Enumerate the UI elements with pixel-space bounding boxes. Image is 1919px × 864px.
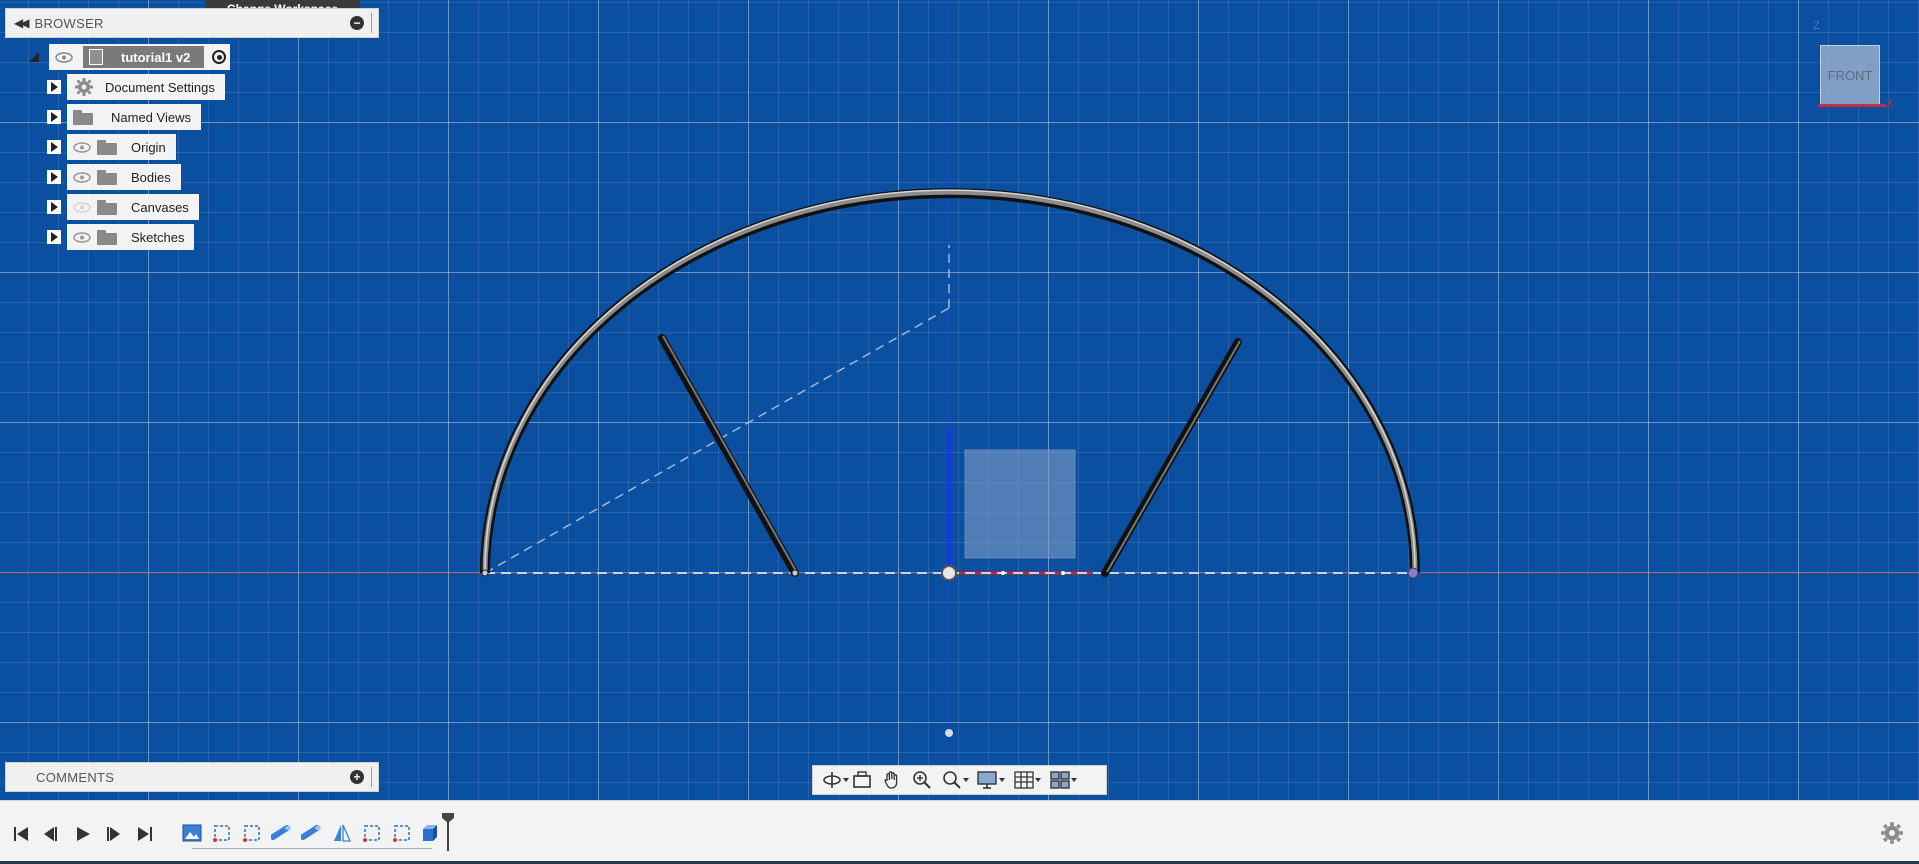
expand-triangle-icon[interactable]: [47, 230, 61, 244]
sketch-icon[interactable]: [360, 821, 384, 845]
left-strut[interactable]: [658, 334, 799, 577]
left-strut-shine: [662, 335, 797, 572]
sketch-icon[interactable]: [390, 821, 414, 845]
origin-point[interactable]: [941, 565, 957, 581]
browser-item-bodies[interactable]: Bodies: [47, 164, 181, 190]
comments-panel-header[interactable]: COMMENTS +: [5, 762, 379, 792]
sketch-plane[interactable]: [964, 449, 1076, 559]
minus-icon[interactable]: −: [350, 16, 364, 30]
viewcube-face-label: FRONT: [1827, 67, 1873, 83]
right-strut[interactable]: [1101, 338, 1242, 577]
skip-to-end-icon[interactable]: [134, 823, 156, 845]
browser-root-row[interactable]: tutorial1 v2: [27, 44, 231, 70]
expand-triangle-icon[interactable]: [47, 170, 61, 184]
collapse-panel-icon[interactable]: ◀◀: [14, 16, 30, 30]
timeline-bar: [0, 800, 1919, 863]
browser-item-sketches[interactable]: Sketches: [47, 224, 195, 250]
sketch-point[interactable]: [1001, 571, 1005, 575]
zoom-icon[interactable]: [909, 769, 935, 791]
comments-title: COMMENTS: [36, 769, 115, 785]
eye-icon[interactable]: [71, 230, 93, 244]
gear-icon: [73, 76, 95, 98]
look-at-icon[interactable]: [849, 769, 875, 791]
fit-icon[interactable]: [939, 769, 969, 791]
browser-node[interactable]: Named Views: [67, 104, 201, 130]
browser-item-label: Origin: [131, 139, 166, 155]
viewcube-axis-x-label: X: [1886, 98, 1894, 110]
right-strut-shine: [1106, 340, 1241, 573]
viewcube-axis-z-label: Z: [1813, 20, 1820, 32]
sketch-scene[interactable]: [0, 0, 1919, 800]
skip-to-start-icon[interactable]: [10, 823, 32, 845]
eye-icon[interactable]: [71, 140, 93, 154]
browser-node[interactable]: Canvases: [67, 194, 199, 220]
sketch-point[interactable]: [481, 569, 489, 577]
canvas-icon[interactable]: [180, 821, 204, 845]
root-component-name[interactable]: tutorial1 v2: [83, 46, 205, 68]
step-back-icon[interactable]: [40, 823, 62, 845]
browser-panel-header[interactable]: ◀◀ BROWSER −: [5, 8, 379, 38]
browser-item-label: Document Settings: [105, 79, 215, 95]
activate-radio-icon[interactable]: [212, 50, 227, 64]
browser-node[interactable]: Sketches: [67, 224, 195, 250]
display-settings-icon[interactable]: [975, 769, 1005, 791]
pipe-icon[interactable]: [270, 821, 294, 845]
sketch-point[interactable]: [1061, 571, 1065, 575]
browser-title: BROWSER: [34, 15, 104, 31]
folder-icon: [97, 199, 117, 215]
panel-grip-icon[interactable]: [371, 13, 378, 33]
browser-item-label: Bodies: [131, 169, 171, 185]
eye-icon[interactable]: [53, 50, 75, 64]
folder-icon: [73, 109, 93, 125]
root-component-label: tutorial1 v2: [121, 49, 191, 65]
browser-node[interactable]: Bodies: [67, 164, 181, 190]
expand-triangle-icon[interactable]: [27, 50, 41, 64]
viewcube[interactable]: FRONT: [1820, 45, 1880, 105]
component-icon: [89, 49, 103, 65]
play-icon[interactable]: [72, 823, 94, 845]
grid-settings-icon[interactable]: [1011, 769, 1041, 791]
viewports-icon[interactable]: [1047, 769, 1077, 791]
viewcube-x-axis: [1818, 104, 1886, 107]
expand-triangle-icon[interactable]: [47, 200, 61, 214]
sketch-point[interactable]: [791, 569, 799, 577]
sketch-icon[interactable]: [210, 821, 234, 845]
sketch-point[interactable]: [945, 729, 953, 737]
browser-item-label: Sketches: [131, 229, 185, 245]
pipe-icon[interactable]: [300, 821, 324, 845]
browser-node[interactable]: Document Settings: [67, 74, 225, 100]
panel-grip-icon[interactable]: [371, 767, 378, 787]
browser-item-label: Canvases: [131, 199, 189, 215]
browser-item-canvases[interactable]: Canvases: [47, 194, 199, 220]
mirror-icon[interactable]: [330, 821, 354, 845]
body-icon[interactable]: [418, 821, 442, 845]
browser-item-named-views[interactable]: Named Views: [47, 104, 201, 130]
browser-item-origin[interactable]: Origin: [47, 134, 176, 160]
orbit-icon[interactable]: [819, 769, 849, 791]
folder-icon: [97, 169, 117, 185]
expand-triangle-icon[interactable]: [47, 110, 61, 124]
step-forward-icon[interactable]: [102, 823, 124, 845]
folder-icon: [97, 229, 117, 245]
timeline-settings-gear-icon[interactable]: [1880, 821, 1904, 845]
folder-icon: [97, 139, 117, 155]
expand-triangle-icon[interactable]: [47, 140, 61, 154]
navigation-toolbar: [812, 765, 1107, 795]
sketch-point[interactable]: [1407, 567, 1419, 579]
plus-icon[interactable]: +: [350, 770, 364, 784]
eye-icon[interactable]: [71, 170, 93, 184]
sketch-icon[interactable]: [240, 821, 264, 845]
browser-node[interactable]: Origin: [67, 134, 176, 160]
timeline-marker[interactable]: [442, 813, 454, 851]
browser-root-node[interactable]: tutorial1 v2: [49, 44, 231, 70]
timeline-track: [192, 848, 432, 849]
pan-icon[interactable]: [879, 769, 905, 791]
browser-item-document-settings[interactable]: Document Settings: [47, 74, 225, 100]
browser-item-label: Named Views: [111, 109, 191, 125]
expand-triangle-icon[interactable]: [47, 80, 61, 94]
eye-hidden-icon[interactable]: [71, 200, 93, 214]
